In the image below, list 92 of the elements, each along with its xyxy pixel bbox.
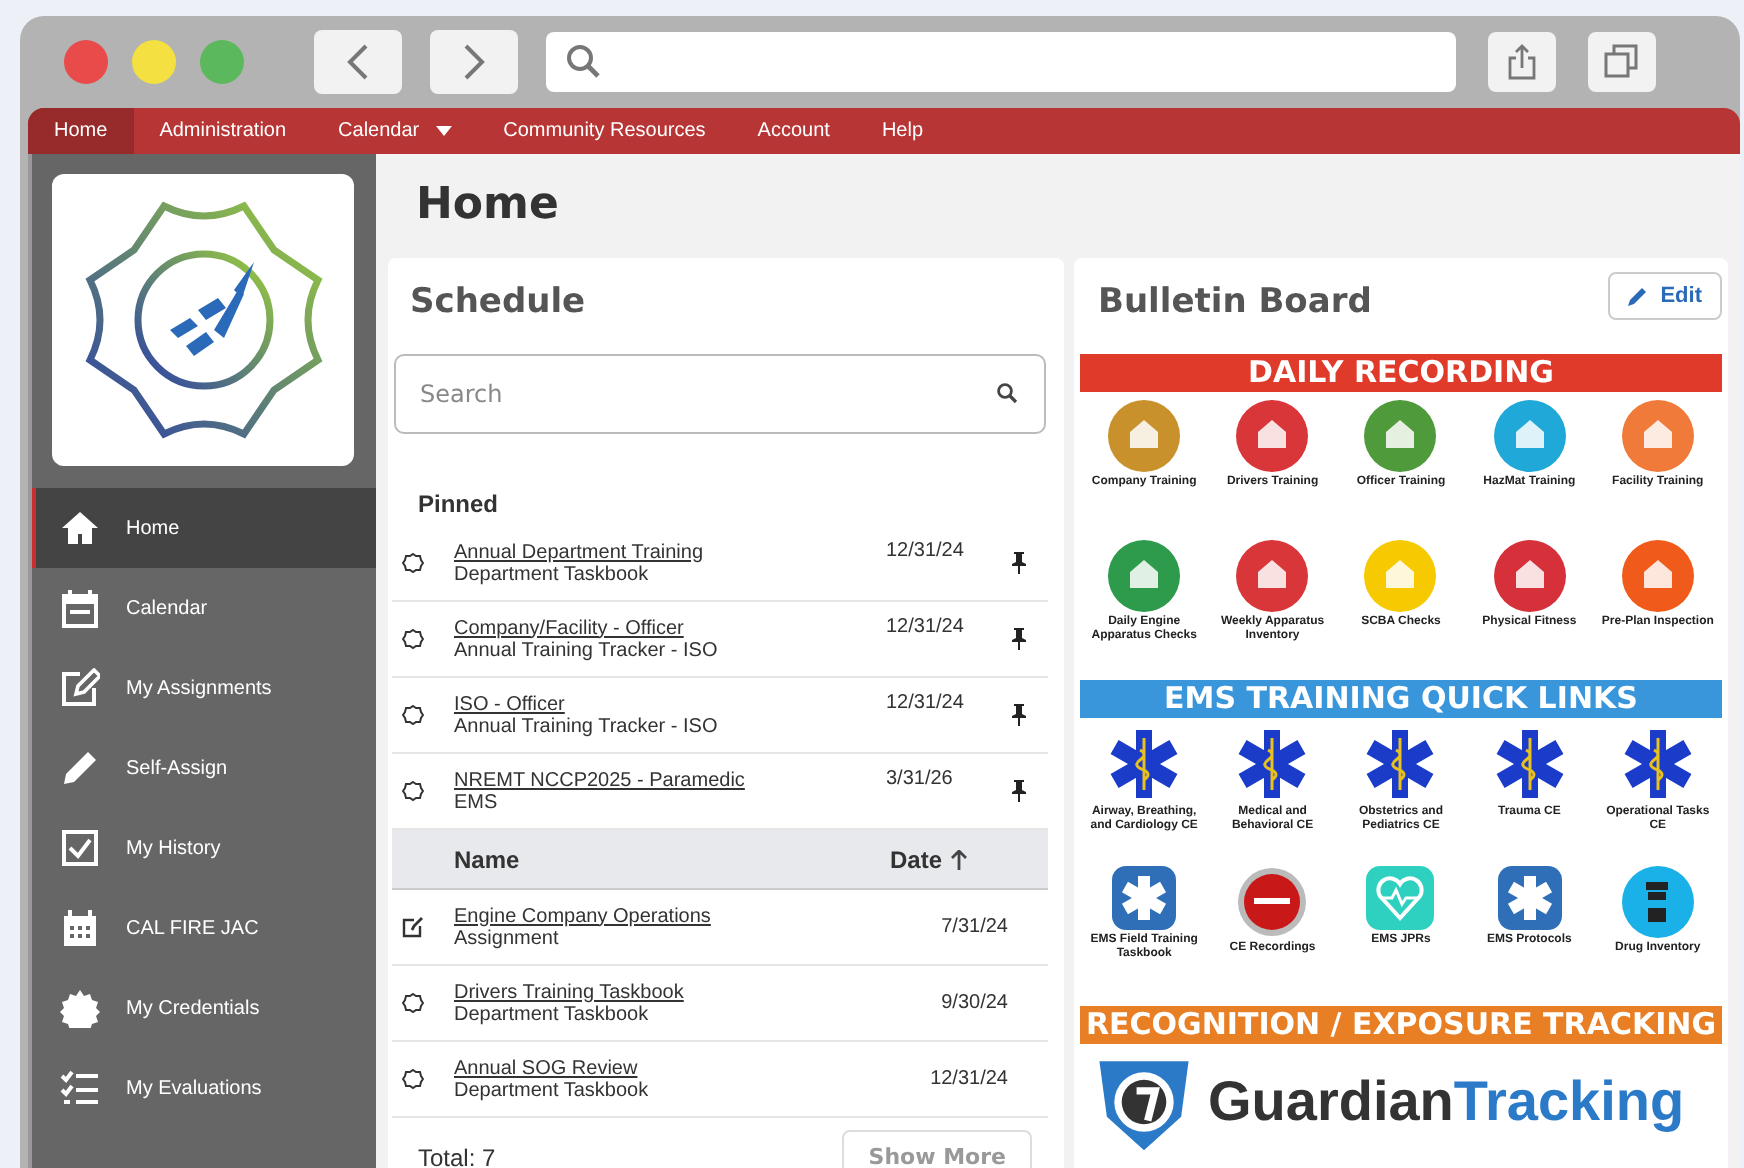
sidebar-item[interactable]: Calendar — [32, 568, 376, 648]
card-title: Schedule — [408, 280, 588, 326]
sidebar-item[interactable]: My Assignments — [32, 648, 376, 728]
item-type: Department Taskbook — [454, 1079, 651, 1101]
star-of-life-icon — [1112, 866, 1177, 930]
item-type: Department Taskbook — [454, 563, 651, 585]
forward-button[interactable] — [430, 30, 518, 94]
section-banner: DAILY RECORDING — [1080, 354, 1722, 392]
schedule-link[interactable]: NREMT NCCP2025 - Paramedic — [454, 769, 745, 791]
total-count: Total: 7 — [418, 1143, 496, 1168]
zoom-dot-icon[interactable] — [200, 40, 244, 84]
pencil-icon — [1628, 286, 1649, 306]
star-of-life-icon — [1106, 726, 1183, 802]
page-title: Home — [414, 178, 561, 234]
checklist-icon — [60, 1068, 100, 1108]
search-icon — [566, 44, 602, 80]
schedule-link[interactable]: Company/Facility - Officer — [454, 617, 684, 639]
due-date: 7/31/24 — [941, 916, 1008, 938]
nav-item[interactable]: Administration — [133, 108, 313, 154]
schedule-link[interactable]: ISO - Officer — [454, 693, 565, 715]
section-banner: RECOGNITION / EXPOSURE TRACKING — [1080, 1006, 1722, 1044]
gear-outline-icon — [402, 1068, 424, 1090]
edit-icon — [402, 916, 424, 938]
share-button[interactable] — [1488, 32, 1556, 92]
star-of-life-icon — [1234, 726, 1311, 802]
due-date: 12/31/24 — [930, 1068, 1008, 1090]
pencil-icon — [60, 748, 100, 788]
back-button[interactable] — [314, 30, 402, 94]
edit-button[interactable]: Edit — [1608, 272, 1722, 320]
item-type: EMS — [454, 791, 500, 813]
column-header[interactable]: Date — [889, 845, 942, 873]
share-icon — [1508, 44, 1536, 80]
star-of-life-icon — [1491, 726, 1568, 802]
item-type: Annual Training Tracker - ISO — [454, 639, 720, 661]
item-type: Annual Training Tracker - ISO — [454, 715, 720, 737]
pin-icon[interactable] — [1010, 628, 1028, 650]
schedule-link[interactable]: Annual Department Training — [454, 541, 704, 563]
calendar-icon — [60, 908, 100, 948]
gear-outline-icon — [402, 704, 424, 726]
pin-icon[interactable] — [1010, 780, 1028, 802]
sidebar-item[interactable]: CAL FIRE JAC — [32, 888, 376, 968]
search-field[interactable]: Search — [394, 354, 1046, 434]
search-icon — [996, 382, 1018, 404]
home-icon — [60, 508, 100, 548]
sort-arrow-icon[interactable] — [950, 849, 968, 869]
edit-icon — [60, 668, 100, 708]
gear-outline-icon — [402, 552, 424, 574]
tabs-icon — [1604, 44, 1640, 80]
nav-item[interactable]: Calendar — [312, 108, 478, 154]
nav-item[interactable]: Account — [731, 108, 856, 154]
calendar-icon — [60, 588, 100, 628]
close-dot-icon[interactable] — [64, 40, 108, 84]
schedule-link[interactable]: Drivers Training Taskbook — [454, 981, 684, 1003]
seal-icon — [60, 988, 100, 1028]
gear-outline-icon — [402, 992, 424, 1014]
sidebar-item[interactable]: My Evaluations — [32, 1048, 376, 1128]
nav-item[interactable]: Community Resources — [477, 108, 732, 154]
nav-item[interactable]: Home — [28, 108, 134, 154]
star-of-life-icon — [1619, 726, 1696, 802]
tabs-button[interactable] — [1588, 32, 1656, 92]
chevron-left-icon — [344, 44, 372, 80]
column-header[interactable]: Name — [454, 845, 520, 873]
guardian-tracking-logo[interactable]: GuardianTracking — [1080, 1044, 1722, 1154]
pin-icon[interactable] — [1010, 704, 1028, 726]
schedule-link[interactable]: Engine Company Operations — [454, 905, 711, 927]
due-date: 12/31/24 — [886, 692, 966, 714]
due-date: 9/30/24 — [941, 992, 1008, 1014]
item-type: Assignment — [454, 927, 559, 949]
section-heading: Pinned — [418, 490, 501, 518]
star-of-life-icon — [1362, 726, 1439, 802]
pill-bottle-icon — [1621, 866, 1694, 938]
section-banner: EMS TRAINING QUICK LINKS — [1080, 680, 1722, 718]
card-title: Bulletin Board — [1096, 280, 1372, 326]
pin-icon[interactable] — [1010, 552, 1028, 574]
item-type: Department Taskbook — [454, 1003, 651, 1025]
sidebar-item[interactable]: My Credentials — [32, 968, 376, 1048]
nav-item[interactable]: Help — [855, 108, 950, 154]
sidebar-item[interactable]: Home — [32, 488, 376, 568]
gear-outline-icon — [402, 628, 424, 650]
schedule-link[interactable]: Annual SOG Review — [454, 1057, 638, 1079]
chevron-right-icon — [460, 44, 488, 80]
sidebar-item[interactable]: My History — [32, 808, 376, 888]
due-date: 12/31/24 — [886, 616, 966, 638]
due-date: 12/31/24 — [886, 540, 966, 562]
sidebar-item[interactable]: Self-Assign — [32, 728, 376, 808]
star-of-life-icon — [1497, 866, 1562, 930]
minimize-dot-icon[interactable] — [132, 40, 176, 84]
heart-monitor-icon — [1366, 866, 1435, 930]
checkbox-icon — [60, 828, 100, 868]
gear-outline-icon — [402, 780, 424, 802]
record-button-icon — [1236, 866, 1309, 938]
due-date: 3/31/26 — [886, 768, 955, 790]
